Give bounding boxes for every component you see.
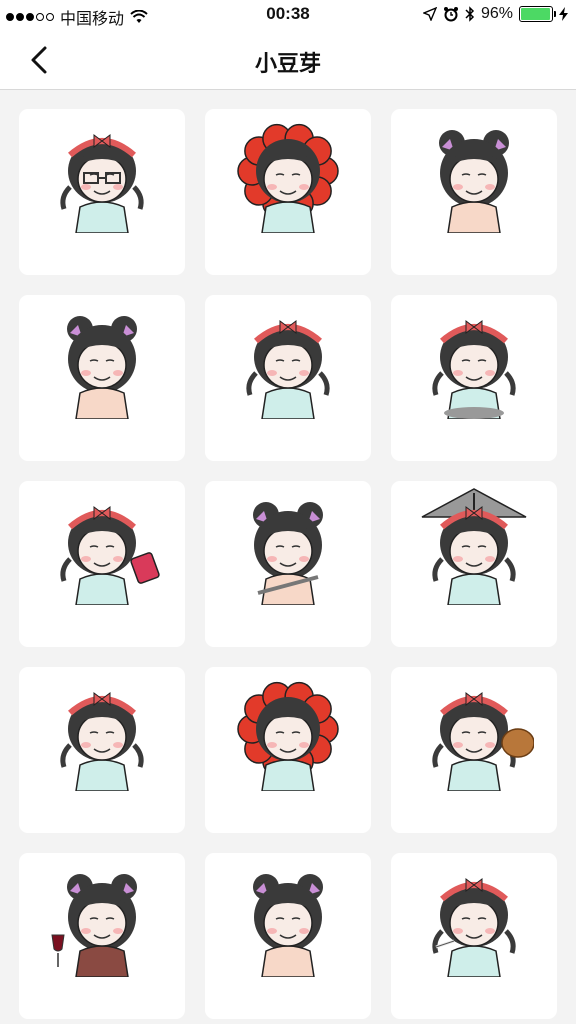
sticker-tile[interactable] xyxy=(205,667,371,833)
alarm-icon xyxy=(443,7,458,22)
sticker-tile[interactable] xyxy=(391,481,557,647)
sticker-tile[interactable] xyxy=(19,481,185,647)
sticker-tile[interactable] xyxy=(19,109,185,275)
nav-bar: 小豆芽 xyxy=(0,30,576,90)
sticker-image xyxy=(432,692,534,791)
sticker-image xyxy=(60,506,160,605)
location-icon xyxy=(422,7,437,21)
charging-icon xyxy=(559,7,568,21)
sticker-image xyxy=(439,130,509,233)
sticker-image xyxy=(237,123,339,233)
sticker-tile[interactable] xyxy=(391,295,557,461)
status-right: 96% xyxy=(422,5,568,23)
sticker-grid xyxy=(19,109,557,1019)
sticker-tile[interactable] xyxy=(391,667,557,833)
sticker-image xyxy=(432,878,516,977)
bluetooth-icon xyxy=(465,6,475,22)
sticker-tile[interactable] xyxy=(391,853,557,1019)
sticker-image xyxy=(421,488,527,605)
page-title: 小豆芽 xyxy=(254,51,321,76)
sticker-image xyxy=(253,502,323,605)
sticker-tile[interactable] xyxy=(19,295,185,461)
sticker-tile[interactable] xyxy=(205,295,371,461)
sticker-tile[interactable] xyxy=(205,481,371,647)
battery-icon xyxy=(519,6,556,22)
sticker-image xyxy=(246,320,330,419)
sticker-image xyxy=(432,320,516,419)
sticker-tile[interactable] xyxy=(19,853,185,1019)
sticker-tile[interactable] xyxy=(205,109,371,275)
sticker-image xyxy=(60,692,144,791)
battery-percent: 96% xyxy=(480,5,513,22)
sticker-tile[interactable] xyxy=(205,853,371,1019)
status-bar: 中国移动 00:38 96% xyxy=(0,0,576,30)
sticker-tile[interactable] xyxy=(391,109,557,275)
sticker-image xyxy=(253,874,323,977)
sticker-image xyxy=(51,874,137,977)
sticker-image xyxy=(237,681,339,791)
sticker-image xyxy=(60,134,144,233)
sticker-image xyxy=(67,316,137,419)
sticker-tile[interactable] xyxy=(19,667,185,833)
